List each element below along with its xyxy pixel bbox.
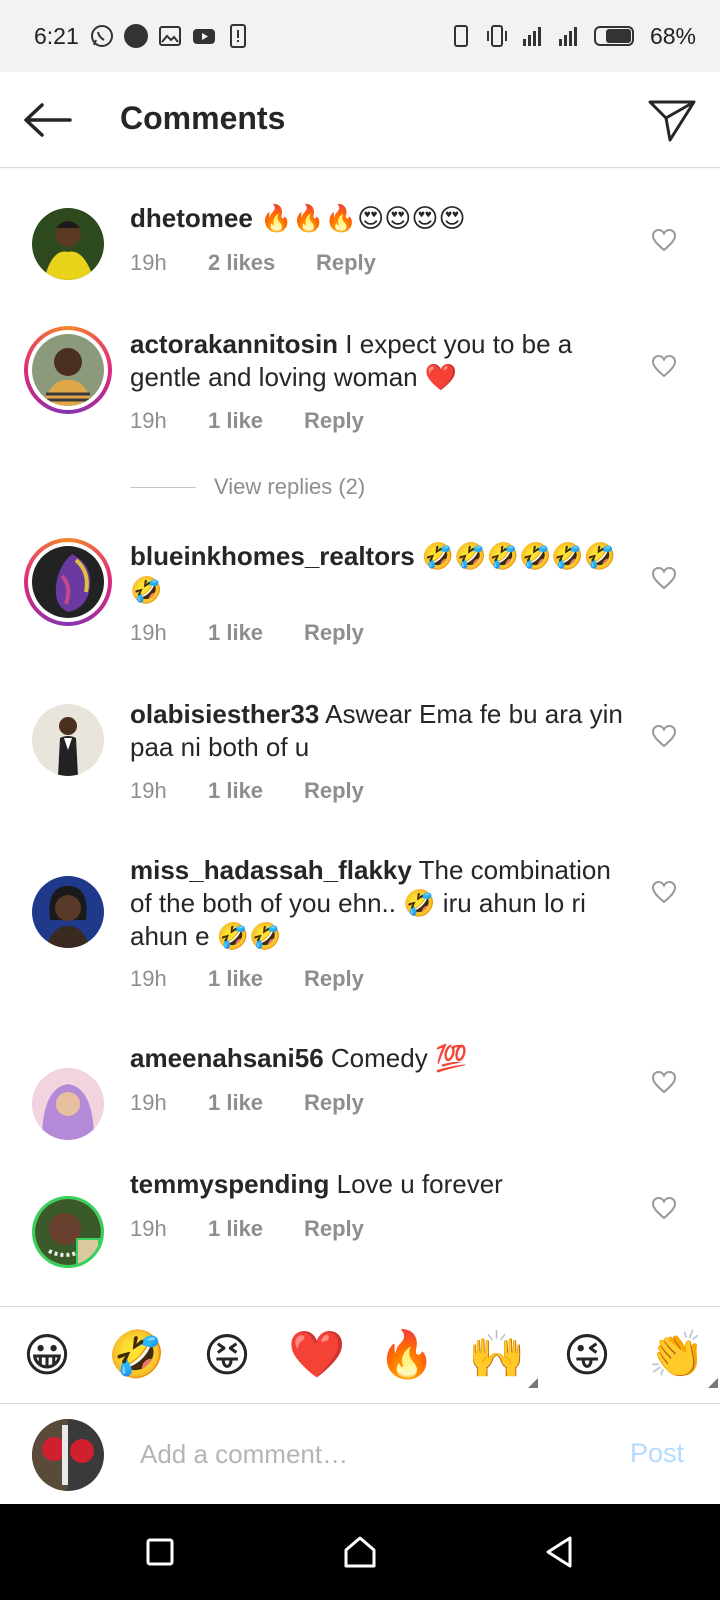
reply-button[interactable]: Reply (304, 966, 364, 992)
comment-text: Comedy 💯 (330, 1043, 468, 1073)
heart-icon[interactable] (651, 880, 677, 904)
status-time: 6:21 (34, 22, 79, 49)
avatar[interactable] (32, 1196, 104, 1268)
system-nav-bar (0, 1504, 720, 1600)
post-button[interactable]: Post (630, 1438, 684, 1469)
back-nav-icon[interactable] (540, 1532, 580, 1572)
my-avatar (32, 1419, 104, 1491)
view-replies-button[interactable]: View replies (2) (130, 474, 365, 500)
avatar[interactable] (24, 538, 112, 626)
emoji-raising-hands-button[interactable]: 🙌 (468, 1326, 538, 1388)
whatsapp-icon (90, 25, 113, 47)
emoji-raising-hands-glyph: 🙌 (468, 1327, 526, 1381)
comment-username[interactable]: ameenahsani56 (130, 1043, 324, 1073)
comment-text: 🔥🔥🔥😍😍😍😍 (260, 204, 466, 234)
comment-likes[interactable]: 1 like (208, 620, 304, 646)
comment-likes[interactable]: 1 like (208, 778, 304, 804)
comment-username[interactable]: blueinkhomes_realtors (130, 541, 415, 571)
reply-button[interactable]: Reply (304, 1090, 364, 1116)
heart-icon[interactable] (651, 354, 677, 378)
phone-storage-icon (229, 24, 246, 48)
avatar[interactable] (32, 876, 104, 948)
status-bar: 6:21 68% (0, 0, 720, 72)
comment-username[interactable]: actorakannitosin (130, 329, 338, 359)
emoji-rofl-button[interactable]: 🤣 (108, 1326, 166, 1384)
back-arrow-icon[interactable] (22, 100, 74, 140)
comment-time: 19h (130, 620, 167, 645)
emoji-quick-bar: 😀 🤣 😝 ❤️ 🔥 🙌 😜 👏 (0, 1306, 720, 1402)
phone-outline-icon (453, 25, 468, 47)
recents-icon[interactable] (140, 1532, 180, 1572)
direct-send-icon[interactable] (646, 96, 698, 144)
emoji-fire-button[interactable]: 🔥 (378, 1326, 436, 1384)
comment-username[interactable]: dhetomee (130, 203, 253, 233)
comment-likes[interactable]: 2 likes (208, 250, 316, 276)
heart-icon[interactable] (651, 228, 677, 252)
comment-composer: Post (0, 1403, 720, 1503)
record-icon (123, 24, 148, 48)
comment-likes[interactable]: 1 like (208, 1216, 304, 1242)
reply-button[interactable]: Reply (304, 1216, 364, 1242)
reply-button[interactable]: Reply (304, 778, 364, 804)
reply-button[interactable]: Reply (316, 250, 376, 276)
signal-sim1-icon (522, 27, 541, 46)
vibrate-icon (486, 25, 507, 47)
comment-time: 19h (130, 250, 167, 275)
comment-time: 19h (130, 408, 167, 433)
emoji-red-heart-button[interactable]: ❤️ (288, 1326, 346, 1384)
heart-icon[interactable] (651, 566, 677, 590)
emoji-clapping-glyph: 👏 (648, 1327, 706, 1381)
home-icon[interactable] (340, 1532, 380, 1572)
avatar[interactable] (32, 208, 104, 280)
comment-likes[interactable]: 1 like (208, 966, 304, 992)
comment-time: 19h (130, 778, 167, 803)
avatar[interactable] (24, 326, 112, 414)
youtube-icon (192, 29, 215, 44)
comment-username[interactable]: miss_hadassah_flakky (130, 855, 412, 885)
comment-text: Love u forever (336, 1169, 503, 1199)
emoji-clapping-button[interactable]: 👏 (648, 1326, 718, 1388)
heart-icon[interactable] (651, 1196, 677, 1220)
comment-time: 19h (130, 966, 167, 991)
view-replies-divider (130, 486, 196, 488)
view-replies-label: View replies (2) (214, 474, 366, 499)
comment-username[interactable]: olabisiesther33 (130, 699, 319, 729)
reply-button[interactable]: Reply (304, 408, 364, 434)
comment-input[interactable] (140, 1432, 580, 1476)
avatar[interactable] (32, 1068, 104, 1140)
signal-sim2-icon (558, 27, 577, 46)
emoji-winking-tongue-button[interactable]: 😜 (558, 1326, 616, 1384)
avatar[interactable] (32, 704, 104, 776)
comment-likes[interactable]: 1 like (208, 1090, 304, 1116)
gallery-icon (158, 26, 181, 46)
comment-time: 19h (130, 1216, 167, 1241)
skin-tone-indicator-icon (528, 1377, 538, 1388)
comments-list[interactable]: dhetomee 🔥🔥🔥😍😍😍😍 19h 2 likes Reply actor… (0, 168, 720, 1304)
page-title: Comments (120, 100, 286, 136)
heart-icon[interactable] (651, 1070, 677, 1094)
emoji-grinning-button[interactable]: 😀 (18, 1326, 76, 1384)
comment-username[interactable]: temmyspending (130, 1169, 329, 1199)
skin-tone-indicator-icon (708, 1377, 718, 1388)
comment-time: 19h (130, 1090, 167, 1115)
battery-icon (593, 26, 634, 46)
comment-likes[interactable]: 1 like (208, 408, 304, 434)
heart-icon[interactable] (651, 724, 677, 748)
battery-percent: 68% (649, 22, 696, 49)
emoji-squinting-tongue-button[interactable]: 😝 (198, 1326, 256, 1384)
header: Comments (0, 72, 720, 168)
reply-button[interactable]: Reply (304, 620, 364, 646)
